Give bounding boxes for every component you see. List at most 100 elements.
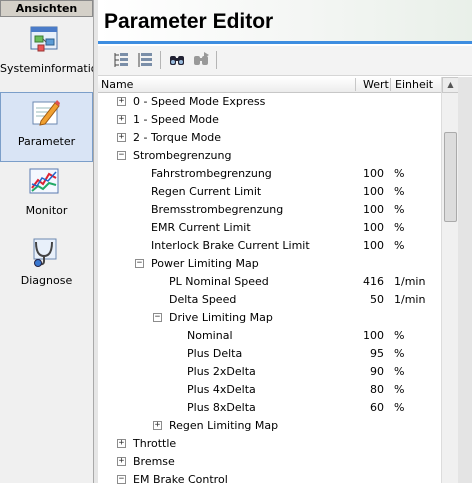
page-title: Parameter Editor	[104, 10, 274, 33]
row-value[interactable]: 80	[334, 383, 384, 396]
row-unit: 1/min	[394, 275, 426, 288]
row-name: EM Brake Control	[133, 473, 228, 486]
row-name: Delta Speed	[169, 293, 237, 306]
expand-node-icon[interactable]: +	[117, 97, 126, 106]
parameter-tree-grid[interactable]: Name Wert Einheit +0 - Speed Mode Expres…	[98, 77, 472, 486]
column-header-value[interactable]: Wert	[363, 77, 389, 92]
row-value[interactable]: 95	[334, 347, 384, 360]
vertical-scrollbar[interactable]: ▲	[441, 77, 459, 483]
row-unit: %	[394, 221, 405, 234]
row-name: Plus Delta	[187, 347, 243, 360]
tree-row[interactable]: − EM Brake Control	[98, 471, 441, 489]
row-name: Fahrstrombegrenzung	[151, 167, 272, 180]
row-unit: %	[394, 329, 405, 342]
row-name: Regen Limiting Map	[169, 419, 279, 432]
expand-node-icon[interactable]: +	[117, 439, 126, 448]
diagnose-stethoscope-icon	[33, 238, 57, 267]
expand-node-icon[interactable]: +	[117, 115, 126, 124]
row-unit: %	[394, 347, 405, 360]
scroll-up-button[interactable]: ▲	[442, 77, 459, 93]
row-name: Bremsstrombegrenzung	[151, 203, 284, 216]
row-value[interactable]: 90	[334, 365, 384, 378]
tree-row[interactable]: Delta Speed 50 1/min	[98, 291, 441, 309]
row-value[interactable]: 100	[334, 221, 384, 234]
scroll-thumb[interactable]	[444, 132, 457, 222]
collapse-all-icon[interactable]	[136, 51, 154, 69]
right-edge-panel	[458, 77, 472, 483]
tree-row[interactable]: Interlock Brake Current Limit 100%	[98, 237, 441, 255]
row-name: Bremse	[133, 455, 175, 468]
row-value[interactable]: 100	[334, 203, 384, 216]
tree-row[interactable]: Fahrstrombegrenzung 100%	[98, 165, 441, 183]
parameter-edit-icon	[32, 100, 60, 126]
toolbar-separator	[216, 51, 217, 69]
row-unit: %	[394, 203, 405, 216]
row-value[interactable]: 100	[334, 185, 384, 198]
views-header: Ansichten	[0, 0, 93, 17]
tree-row[interactable]: Bremsstrombegrenzung 100%	[98, 201, 441, 219]
row-name: Plus 4xDelta	[187, 383, 256, 396]
tree-row[interactable]: − Strombegrenzung	[98, 147, 441, 165]
nav-item-monitor[interactable]: Monitor	[0, 162, 93, 232]
row-name: Regen Current Limit	[151, 185, 262, 198]
tree-row[interactable]: Regen Current Limit 100%	[98, 183, 441, 201]
column-divider[interactable]	[390, 78, 391, 91]
tree-row[interactable]: +1 - Speed Mode	[98, 111, 441, 129]
row-value[interactable]: 60	[334, 401, 384, 414]
grid-header: Name Wert Einheit	[98, 77, 441, 93]
row-value[interactable]: 50	[334, 293, 384, 306]
row-unit: %	[394, 365, 405, 378]
column-divider[interactable]	[355, 78, 356, 91]
tree-row[interactable]: Plus 8xDelta 60%	[98, 399, 441, 417]
row-name: EMR Current Limit	[151, 221, 251, 234]
tree-row[interactable]: + Regen Limiting Map	[98, 417, 441, 435]
expand-node-icon[interactable]: +	[153, 421, 162, 430]
collapse-node-icon[interactable]: −	[153, 313, 162, 322]
toolbar-separator	[160, 51, 161, 69]
tree-row[interactable]: Nominal 100%	[98, 327, 441, 345]
column-header-unit[interactable]: Einheit	[395, 77, 433, 92]
nav-label: Systeminformation	[0, 62, 93, 75]
tree-row[interactable]: EMR Current Limit 100%	[98, 219, 441, 237]
tree-row[interactable]: + Bremse	[98, 453, 441, 471]
row-unit: 1/min	[394, 293, 426, 306]
row-value[interactable]: 100	[334, 329, 384, 342]
nav-item-parameter[interactable]: Parameter	[0, 92, 93, 162]
tree-row[interactable]: Plus 4xDelta 80%	[98, 381, 441, 399]
row-name: Nominal	[187, 329, 233, 342]
row-unit: %	[394, 185, 405, 198]
row-unit: %	[394, 383, 405, 396]
row-unit: %	[394, 401, 405, 414]
column-header-name[interactable]: Name	[101, 77, 133, 92]
row-name: 1 - Speed Mode	[133, 113, 219, 126]
tree-row[interactable]: +2 - Torque Mode	[98, 129, 441, 147]
nav-item-diagnose[interactable]: Diagnose	[0, 232, 93, 302]
row-value[interactable]: 416	[334, 275, 384, 288]
tree-row[interactable]: +0 - Speed Mode Express	[98, 93, 441, 111]
find-next-icon[interactable]	[192, 51, 210, 69]
tree-row[interactable]: Plus 2xDelta 90%	[98, 363, 441, 381]
system-info-icon	[30, 26, 58, 52]
tree-row[interactable]: + Throttle	[98, 435, 441, 453]
expand-node-icon[interactable]: +	[117, 133, 126, 142]
collapse-node-icon[interactable]: −	[135, 259, 144, 268]
monitor-chart-icon	[29, 168, 59, 194]
find-icon[interactable]	[168, 51, 186, 69]
row-name: Plus 8xDelta	[187, 401, 256, 414]
row-unit: %	[394, 239, 405, 252]
row-name: Power Limiting Map	[151, 257, 259, 270]
row-value[interactable]: 100	[334, 239, 384, 252]
tree-row[interactable]: Plus Delta 95%	[98, 345, 441, 363]
expand-node-icon[interactable]: +	[117, 457, 126, 466]
tree-row[interactable]: PL Nominal Speed 416 1/min	[98, 273, 441, 291]
row-name: 2 - Torque Mode	[133, 131, 222, 144]
row-name: Plus 2xDelta	[187, 365, 256, 378]
row-name: Throttle	[133, 437, 177, 450]
collapse-node-icon[interactable]: −	[117, 151, 126, 160]
tree-row[interactable]: − Drive Limiting Map	[98, 309, 441, 327]
expand-all-icon[interactable]	[112, 51, 130, 69]
row-value[interactable]: 100	[334, 167, 384, 180]
nav-item-systeminformation[interactable]: Systeminformation	[0, 20, 93, 90]
tree-row[interactable]: − Power Limiting Map	[98, 255, 441, 273]
row-name: Interlock Brake Current Limit	[151, 239, 310, 252]
